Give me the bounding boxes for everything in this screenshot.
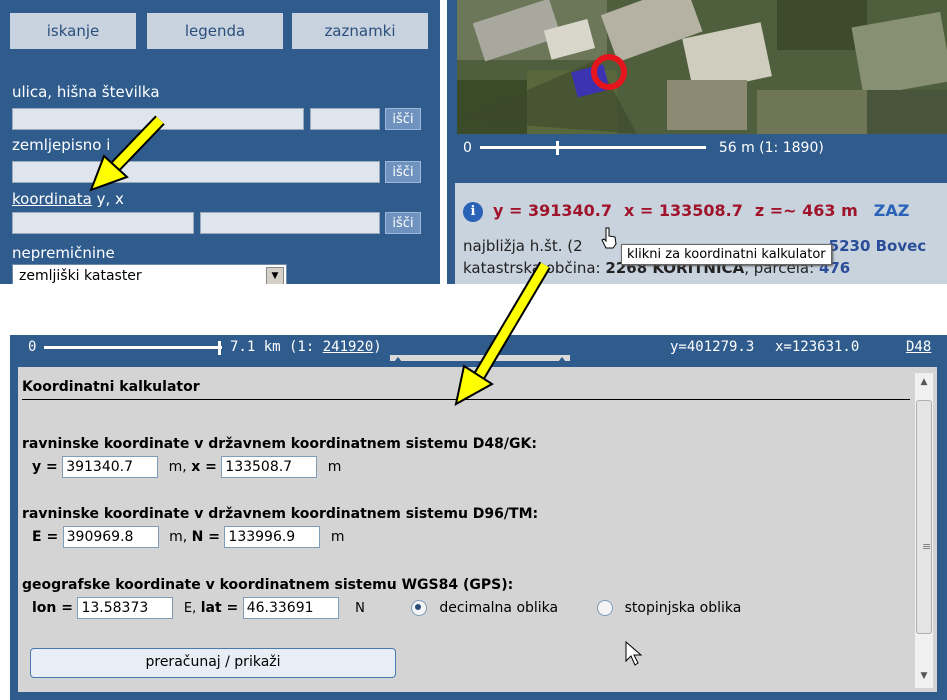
scroll-thumb[interactable]: ≡ xyxy=(916,400,932,634)
location-info: i y = 391340.7 x = 133508.7 z =~ 463 m ZAZ n… xyxy=(455,183,947,284)
decimal-radio-label[interactable]: decimalna oblika xyxy=(439,600,558,616)
d96-n-input[interactable]: 133996.9 xyxy=(224,526,321,548)
dms-radio-label[interactable]: stopinjska oblika xyxy=(625,600,742,616)
coordinate-label: koordinata y, x xyxy=(12,190,124,208)
map-scale: 0 56 m (1: 1890) xyxy=(463,140,824,156)
property-select-value: zemljiški kataster xyxy=(19,268,142,284)
chevron-down-icon[interactable]: ▼ xyxy=(266,267,284,284)
dms-radio[interactable] xyxy=(596,600,613,616)
street-label: ulica, hišna številka xyxy=(12,83,160,101)
d48-section-title: ravninske koordinate v državnem koordina… xyxy=(22,436,537,452)
d96-section-title: ravninske koordinate v državnem koordina… xyxy=(22,506,539,522)
title-divider xyxy=(22,399,910,400)
info-z: z =~ 463 m xyxy=(754,201,858,220)
d96-n-label: N = xyxy=(191,529,220,545)
d48-y-input[interactable]: 391340.7 xyxy=(62,456,159,478)
d48-x-input[interactable]: 133508.7 xyxy=(221,456,318,478)
aerial-image xyxy=(457,0,947,134)
bottom-scale-bar: 0 7.1 km (1: 241920) y=401279.3 x=123631… xyxy=(10,335,947,363)
coordinate-y-input[interactable] xyxy=(12,212,194,234)
geo-name-label: zemljepisno i xyxy=(12,136,111,154)
d96-e-input[interactable]: 390969.8 xyxy=(62,526,159,548)
geo-name-input[interactable] xyxy=(12,161,380,183)
d48-row: y = 391340.7 m, x = 133508.7 m xyxy=(22,456,341,478)
lat-label: lat = xyxy=(200,600,239,616)
d96-unit: m xyxy=(330,529,345,545)
decimal-radio[interactable] xyxy=(411,600,428,616)
coordinate-x-input[interactable] xyxy=(200,212,380,234)
scroll-up-icon[interactable]: ▲ xyxy=(915,377,933,387)
coordinate-readout[interactable]: i y = 391340.7 x = 133508.7 z =~ 463 m ZAZ xyxy=(463,201,909,222)
coordinate-suffix: y, x xyxy=(91,190,124,208)
house-number-input[interactable] xyxy=(310,108,380,130)
d48-x-label: x = xyxy=(191,459,217,475)
bottom-scale-text: 7.1 km (1: 241920) xyxy=(230,339,382,355)
bottom-scale-start: 0 xyxy=(28,339,37,355)
system-link[interactable]: D48 xyxy=(906,339,931,355)
property-select[interactable]: zemljiški kataster ▼ xyxy=(12,264,287,284)
calculator-scrollbar[interactable]: ▲ ≡ ▼ xyxy=(915,373,933,688)
geo-search-button[interactable]: išči xyxy=(385,161,421,183)
cadastral-label: katastrska občina: xyxy=(463,259,606,277)
d96-sep: m, xyxy=(169,529,188,545)
street-input[interactable] xyxy=(12,108,304,130)
wgs-row: lon = 13.58373 E, lat = 46.33691 N decim… xyxy=(22,597,741,619)
scale-value-link[interactable]: 1890 xyxy=(783,140,819,156)
hand-cursor-icon xyxy=(601,227,617,249)
search-panel: iskanje legenda zaznamki ulica, hišna št… xyxy=(0,0,440,284)
tab-iskanje[interactable]: iskanje xyxy=(10,13,136,49)
map-panel: 0 56 m (1: 1890) i y = 391340.7 x = 133508… xyxy=(447,0,947,284)
coordinate-search-button[interactable]: išči xyxy=(385,212,421,234)
wgs-section-title: geografske koordinate v koordinatnem sis… xyxy=(22,577,514,593)
bottom-scale-link[interactable]: 241920 xyxy=(323,339,374,355)
aerial-map[interactable] xyxy=(457,0,947,134)
street-search-button[interactable]: išči xyxy=(385,108,421,130)
tab-legenda[interactable]: legenda xyxy=(147,13,283,49)
lon-sep: E, xyxy=(183,601,197,616)
pointer-cursor-icon xyxy=(625,641,643,666)
scale-start: 0 xyxy=(463,140,472,156)
bottom-scale-label: 7.1 km (1: xyxy=(230,339,323,355)
info-x: x = 133508.7 xyxy=(623,201,743,220)
bottom-x-readout: x=123631.0 xyxy=(775,339,860,355)
d48-unit: m xyxy=(327,459,342,475)
grip-icon: ≡ xyxy=(922,540,932,553)
d96-row: E = 390969.8 m, N = 133996.9 m xyxy=(22,526,345,548)
calculator-tooltip: klikni za koordinatni kalkulator xyxy=(621,244,832,265)
scale-end: ) xyxy=(818,140,824,156)
lon-label: lon = xyxy=(32,600,73,616)
bottom-scale-end: ) xyxy=(373,339,382,355)
calculator-title: Koordinatni kalkulator xyxy=(22,379,200,395)
tab-zaznamki[interactable]: zaznamki xyxy=(292,13,428,49)
bottom-y-readout: y=401279.3 xyxy=(670,339,755,355)
d96-e-label: E = xyxy=(32,529,59,545)
property-label: nepremičnine xyxy=(12,244,115,262)
lat-unit: N xyxy=(355,601,365,616)
nearest-prefix: najbližja h.št. (2 xyxy=(463,237,583,255)
lon-input[interactable]: 13.58373 xyxy=(77,597,174,619)
calculate-button[interactable]: preračunaj / prikaži xyxy=(30,648,396,678)
calculator-content: Koordinatni kalkulator ravninske koordin… xyxy=(18,367,937,692)
info-y[interactable]: y = 391340.7 xyxy=(493,201,612,220)
scroll-down-icon[interactable]: ▼ xyxy=(915,671,933,681)
info-extra[interactable]: ZAZ xyxy=(874,201,910,220)
coordinate-calculator-panel: Koordinatni kalkulator ravninske koordin… xyxy=(10,361,947,700)
nearest-town[interactable]: 5230 Bovec xyxy=(829,237,927,255)
info-icon[interactable]: i xyxy=(463,201,483,222)
d48-sep: m, xyxy=(168,459,187,475)
scale-bar xyxy=(480,141,707,155)
lat-input[interactable]: 46.33691 xyxy=(242,597,339,619)
coordinate-link[interactable]: koordinata xyxy=(12,190,92,208)
d48-y-label: y = xyxy=(32,459,58,475)
scale-text: 56 m (1: xyxy=(718,140,783,156)
bottom-scale-graphic xyxy=(44,341,222,355)
